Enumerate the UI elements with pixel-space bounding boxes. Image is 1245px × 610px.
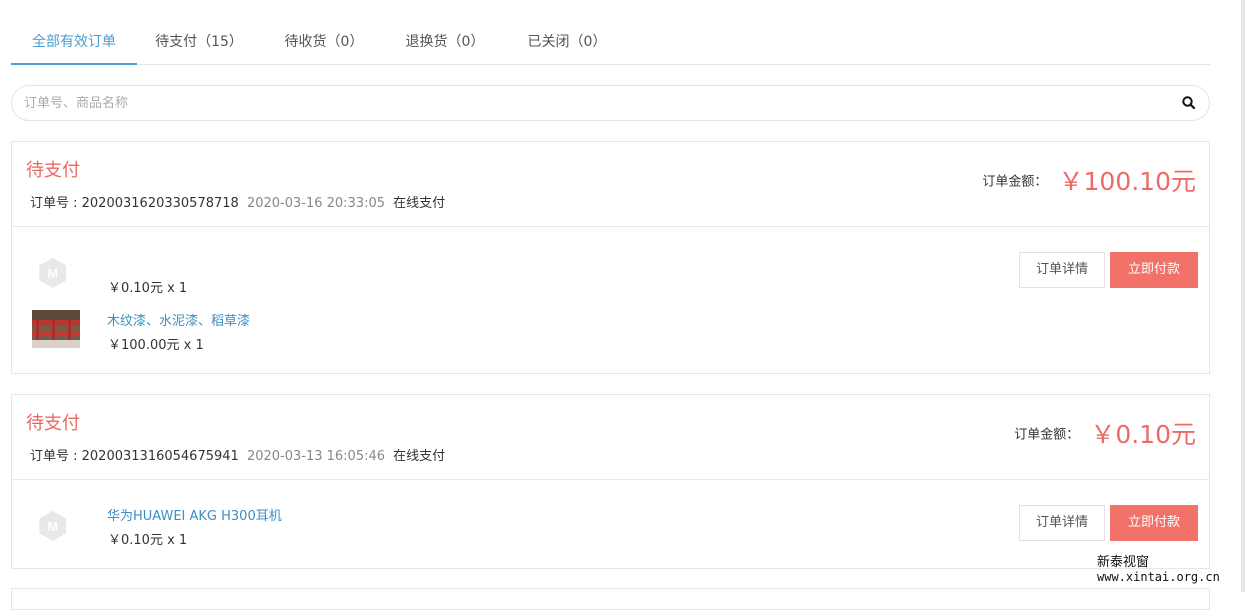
- order-amount: 订单金额： ￥0.10元: [1014, 415, 1196, 451]
- tab-closed[interactable]: 已关闭（0）: [519, 22, 615, 64]
- order-card-partial: [11, 588, 1210, 610]
- order-date: 2020-03-13 16:05:46: [246, 449, 386, 464]
- order-tabs: 全部有效订单 待支付（15） 待收货（0） 退换货（0） 已关闭（0）: [11, 22, 1210, 65]
- scrollbar[interactable]: [1241, 0, 1245, 592]
- order-status: 待支付: [26, 160, 80, 181]
- order-number: 订单号 : 2020031620330578718: [30, 196, 239, 211]
- payment-method: 在线支付: [393, 449, 446, 464]
- search-bar: [11, 85, 1210, 121]
- order-status: 待支付: [26, 413, 80, 434]
- item-price: ￥100.00元 x 1: [108, 338, 204, 353]
- payment-method: 在线支付: [393, 196, 446, 211]
- order-amount-label: 订单金额：: [982, 174, 1048, 190]
- order-card: 待支付 订单号 : 2020031316054675941 2020-03-13…: [11, 394, 1210, 569]
- tab-all-valid-orders[interactable]: 全部有效订单: [11, 22, 137, 65]
- order-date: 2020-03-16 20:33:05: [246, 196, 386, 211]
- item-name-link[interactable]: 华为HUAWEI AKG H300耳机: [107, 505, 282, 524]
- watermark-title: 新泰视窗: [1097, 555, 1150, 570]
- product-thumbnail-placeholder[interactable]: M: [36, 252, 76, 292]
- watermark-url: www.xintai.org.cn: [1097, 570, 1220, 584]
- search-input[interactable]: [24, 86, 1164, 120]
- order-amount-value: ￥100.10元: [1058, 167, 1196, 196]
- svg-text:M: M: [47, 520, 57, 534]
- order-header: 待支付 订单号 : 2020031316054675941 2020-03-13…: [12, 395, 1209, 480]
- search-icon[interactable]: [1181, 95, 1197, 111]
- pay-now-button[interactable]: 立即付款: [1110, 505, 1198, 541]
- product-thumbnail[interactable]: [32, 310, 80, 348]
- tab-pending-receipt[interactable]: 待收货（0）: [276, 22, 372, 64]
- order-amount-value: ￥0.10元: [1090, 420, 1196, 449]
- item-price: ￥0.10元 x 1: [108, 281, 188, 296]
- order-amount-label: 订单金额：: [1014, 427, 1080, 443]
- order-detail-button[interactable]: 订单详情: [1019, 252, 1105, 288]
- order-detail-button[interactable]: 订单详情: [1019, 505, 1105, 541]
- order-header: 待支付 订单号 : 2020031620330578718 2020-03-16…: [12, 142, 1209, 227]
- watermark: 新泰视窗 www.xintai.org.cn: [1097, 555, 1220, 585]
- order-meta: 订单号 : 2020031316054675941 2020-03-13 16:…: [30, 445, 445, 464]
- product-thumbnail-placeholder[interactable]: M: [36, 505, 76, 545]
- item-name-link[interactable]: 木纹漆、水泥漆、稻草漆: [107, 310, 250, 329]
- order-card: 待支付 订单号 : 2020031620330578718 2020-03-16…: [11, 141, 1210, 374]
- order-meta: 订单号 : 2020031620330578718 2020-03-16 20:…: [30, 192, 445, 211]
- order-number: 订单号 : 2020031316054675941: [30, 449, 239, 464]
- pay-now-button[interactable]: 立即付款: [1110, 252, 1198, 288]
- svg-text:M: M: [47, 267, 57, 281]
- item-price: ￥0.10元 x 1: [108, 533, 188, 548]
- tab-returns[interactable]: 退换货（0）: [397, 22, 493, 64]
- order-amount: 订单金额： ￥100.10元: [982, 162, 1196, 198]
- tab-pending-payment[interactable]: 待支付（15）: [148, 22, 250, 64]
